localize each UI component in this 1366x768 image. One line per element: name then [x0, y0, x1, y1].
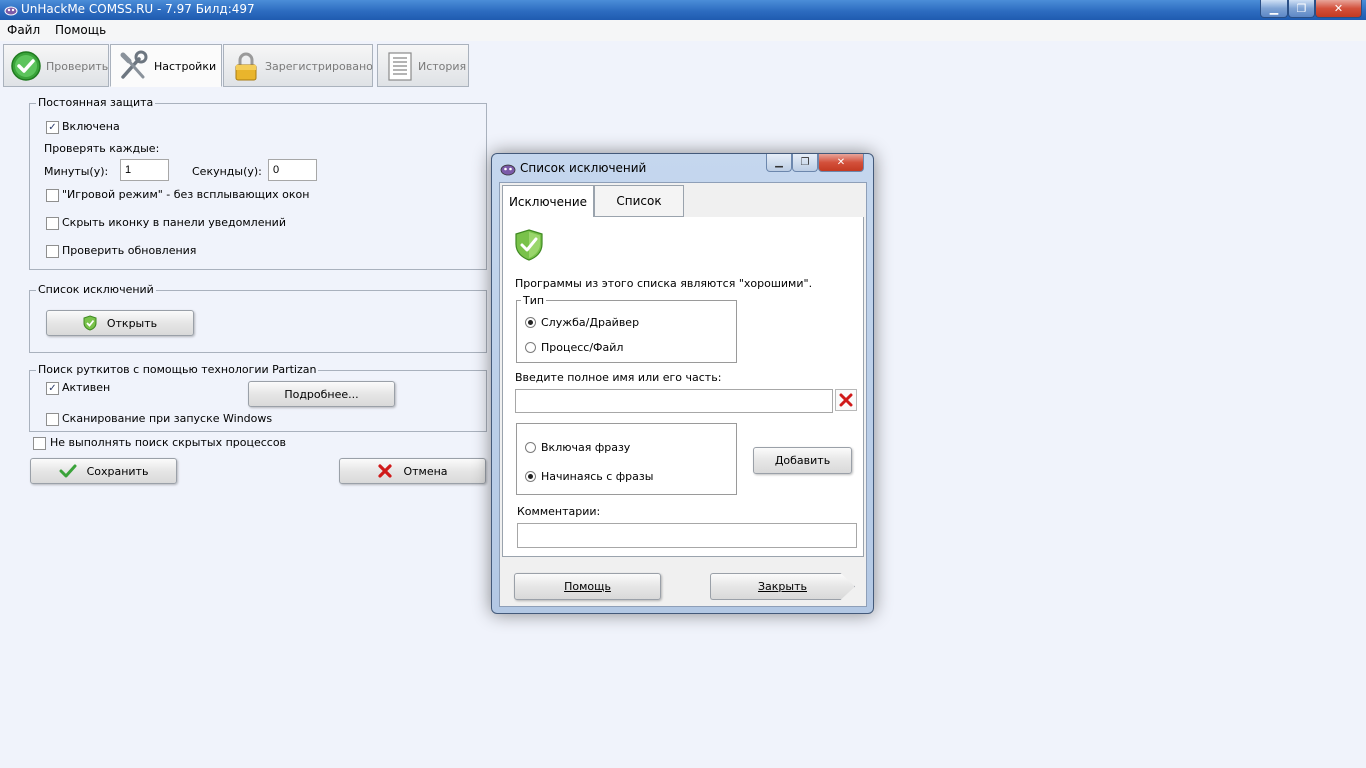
tools-icon [120, 50, 148, 79]
protection-legend: Постоянная защита [36, 96, 156, 109]
cancel-button[interactable]: Отмена [339, 458, 486, 484]
rootkit-active-label: Активен [62, 381, 111, 394]
close-dialog-button[interactable]: Закрыть [710, 573, 855, 600]
seconds-label: Секунды(у): [192, 165, 262, 178]
minutes-input[interactable] [120, 159, 169, 181]
exclusion-tab-panel: Программы из этого списка являются "хоро… [502, 217, 864, 557]
maximize-button[interactable]: ❐ [1288, 0, 1315, 18]
match-contains-radio[interactable] [525, 442, 536, 453]
check-updates-checkbox[interactable] [46, 245, 59, 258]
tab-check-label: Проверить [46, 60, 109, 73]
dialog-app-icon [500, 164, 516, 176]
seconds-input[interactable] [268, 159, 317, 181]
red-x-icon [839, 393, 853, 407]
match-contains-label: Включая фразу [541, 441, 631, 454]
tab-check[interactable]: Проверить [3, 44, 109, 87]
lock-icon [235, 52, 257, 81]
rootkit-group: Поиск руткитов с помощью технологии Part… [29, 363, 487, 432]
hide-icon-label: Скрыть иконку в панели уведомлений [62, 216, 286, 229]
tab-registered-label: Зарегистрировано [265, 60, 373, 73]
scan-startup-checkbox[interactable] [46, 413, 59, 426]
type-service-label: Служба/Драйвер [541, 316, 640, 329]
comment-label: Комментарии: [517, 505, 601, 518]
tab-registered[interactable]: Зарегистрировано [223, 44, 373, 87]
rootkit-active-checkbox[interactable]: ✓ [46, 382, 59, 395]
type-group: Тип Служба/Драйвер Процесс/Файл [516, 294, 737, 363]
name-input[interactable] [515, 389, 833, 413]
exclusions-dialog: Список исключений ▁ ❐ ✕ Исключение Списо… [491, 153, 874, 614]
check-every-label: Проверять каждые: [44, 142, 160, 155]
add-button[interactable]: Добавить [753, 447, 852, 474]
name-label: Введите полное имя или его часть: [515, 371, 722, 384]
cancel-label: Отмена [403, 464, 448, 478]
hide-icon-checkbox[interactable] [46, 217, 59, 230]
scan-startup-label: Сканирование при запуске Windows [62, 412, 273, 425]
clear-name-button[interactable] [835, 389, 857, 411]
tab-settings-label: Настройки [154, 60, 217, 73]
checkmark-icon [59, 464, 77, 478]
check-circle-icon [11, 51, 41, 81]
window-titlebar[interactable]: UnHackMe COMSS.RU - 7.97 Билд:497 ▁ ❐ ✕ [0, 0, 1366, 20]
no-hidden-label: Не выполнять поиск скрытых процессов [50, 436, 287, 449]
type-service-radio[interactable] [525, 317, 536, 328]
red-x-icon [378, 464, 393, 478]
save-label: Сохранить [86, 464, 149, 478]
close-window-button[interactable]: ✕ [1315, 0, 1362, 18]
dialog-maximize-button[interactable]: ❐ [792, 154, 818, 172]
enabled-checkbox[interactable]: ✓ [46, 121, 59, 134]
app-icon [4, 6, 18, 16]
protection-group: Постоянная защита ✓ Включена Проверять к… [29, 96, 487, 270]
match-starts-radio[interactable] [525, 471, 536, 482]
type-process-label: Процесс/Файл [541, 341, 624, 354]
open-exclusions-button[interactable]: Открыть [46, 310, 194, 336]
tab-history-label: История [418, 60, 467, 73]
minimize-button[interactable]: ▁ [1260, 0, 1288, 18]
tab-settings[interactable]: Настройки [110, 44, 222, 87]
tab-list[interactable]: Список [594, 185, 684, 217]
open-exclusions-label: Открыть [106, 316, 158, 330]
check-updates-label: Проверить обновления [62, 244, 197, 257]
comment-input[interactable] [517, 523, 857, 548]
shield-check-icon [515, 229, 543, 261]
history-list-icon [388, 52, 412, 81]
shield-check-icon [83, 315, 97, 331]
enabled-label: Включена [62, 120, 120, 133]
menu-file[interactable]: Файл [7, 23, 40, 37]
dialog-title: Список исключений [520, 161, 647, 175]
save-button[interactable]: Сохранить [30, 458, 177, 484]
game-mode-label: "Игровой режим" - без всплывающих окон [62, 188, 310, 201]
match-starts-label: Начинаясь с фразы [541, 470, 654, 483]
dialog-close-button[interactable]: ✕ [818, 154, 864, 172]
dialog-description: Программы из этого списка являются "хоро… [515, 277, 813, 290]
tab-exclusion[interactable]: Исключение [502, 185, 594, 218]
tab-history[interactable]: История [377, 44, 469, 87]
minutes-label: Минуты(у): [44, 165, 109, 178]
no-hidden-checkbox[interactable] [33, 437, 46, 450]
type-process-radio[interactable] [525, 342, 536, 353]
exclusions-group: Список исключений Открыть [29, 283, 487, 353]
toolbar: Проверить Настройки Зарегистрировано Ист… [0, 41, 1366, 88]
dialog-minimize-button[interactable]: ▁ [766, 154, 792, 172]
game-mode-checkbox[interactable] [46, 189, 59, 202]
rootkit-legend: Поиск руткитов с помощью технологии Part… [36, 363, 319, 376]
help-button[interactable]: Помощь [514, 573, 661, 600]
match-group: Включая фразу Начинаясь с фразы [516, 423, 737, 495]
menu-help[interactable]: Помощь [55, 23, 106, 37]
window-title: UnHackMe COMSS.RU - 7.97 Билд:497 [21, 2, 255, 16]
type-legend: Тип [521, 294, 547, 307]
more-info-button[interactable]: Подробнее... [248, 381, 395, 407]
menu-bar: Файл Помощь [0, 20, 1366, 41]
dialog-body: Исключение Список Программы из этого спи… [499, 182, 867, 607]
exclusions-legend: Список исключений [36, 283, 156, 296]
